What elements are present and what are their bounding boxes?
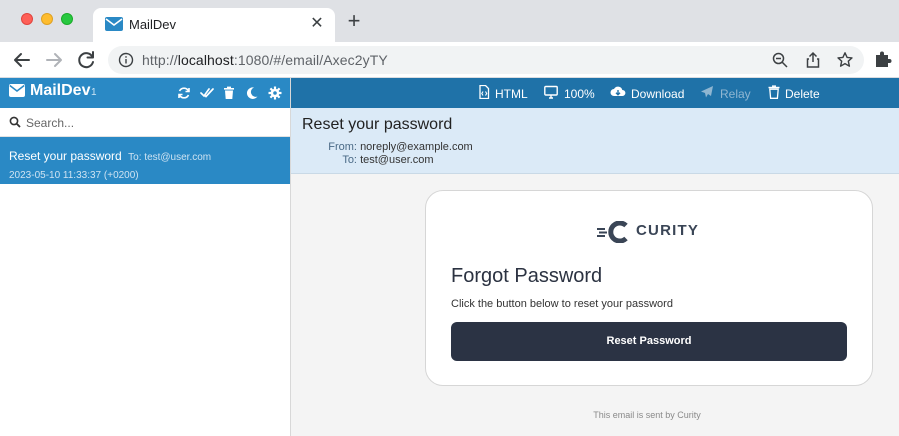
curity-logo: CURITY [596, 219, 706, 245]
maximize-window-button[interactable] [61, 13, 73, 25]
zoom-button[interactable]: 100% [544, 78, 596, 108]
search-input[interactable] [26, 113, 284, 133]
relay-button[interactable]: Relay [700, 78, 751, 108]
code-file-icon [479, 85, 490, 99]
to-row: To: test@user.com [327, 154, 434, 166]
delete-label: Delete [785, 87, 820, 101]
app-title: MailDev [30, 82, 91, 99]
info-icon[interactable] [118, 52, 134, 68]
cloud-download-icon [610, 86, 626, 96]
tab-close-button[interactable]: ✕ [307, 14, 327, 34]
refresh-icon[interactable] [177, 86, 191, 100]
maildev-app: MailDev 1 Search... Reset your password … [0, 78, 899, 436]
gear-icon[interactable] [268, 86, 282, 100]
email-title: Forgot Password [451, 265, 603, 287]
email-preview: CURITY Forgot Password Click the button … [291, 174, 899, 436]
delete-button[interactable]: Delete [767, 78, 827, 108]
search-bar [0, 108, 290, 137]
download-label: Download [631, 87, 685, 101]
browser-toolbar: http://localhost:1080/#/email/Axec2yTY [0, 42, 899, 78]
bookmark-star-icon[interactable] [836, 51, 854, 69]
forward-arrow-icon[interactable] [42, 48, 66, 72]
close-window-button[interactable] [21, 13, 33, 25]
url-text: http://localhost:1080/#/email/Axec2yTY [142, 52, 388, 68]
relay-label: Relay [720, 87, 751, 101]
mail-subject: Reset your password [9, 149, 122, 163]
new-tab-button[interactable]: + [343, 10, 365, 33]
monitor-icon [544, 85, 558, 99]
curity-c-icon [597, 221, 628, 243]
address-bar[interactable]: http://localhost:1080/#/email/Axec2yTY [108, 46, 864, 74]
sidebar: MailDev 1 Search... Reset your password … [0, 78, 291, 436]
reset-password-button[interactable]: Reset Password [451, 322, 847, 361]
envelope-icon [9, 84, 25, 97]
moon-icon[interactable] [245, 86, 259, 100]
share-icon[interactable] [804, 51, 822, 69]
message-toolbar: HTML 100% Download Relay Delete [291, 78, 899, 108]
email-footer: This email is sent by Curity [593, 410, 701, 420]
back-arrow-icon[interactable] [10, 48, 34, 72]
mail-list-item[interactable]: Reset your password To: test@user.com 20… [0, 137, 290, 184]
to-address: test@user.com [360, 154, 434, 166]
browser-tab[interactable]: MailDev ✕ [93, 8, 335, 42]
message-subject: Reset your password [302, 116, 453, 133]
to-label: To: [342, 154, 357, 166]
email-text: Click the button below to reset your pas… [451, 298, 673, 310]
email-card: CURITY Forgot Password Click the button … [425, 190, 873, 386]
mail-date: 2023-05-10 11:33:37 (+0200) [9, 170, 139, 181]
curity-logo-text: CURITY [636, 222, 700, 239]
from-row: From: noreply@example.com [327, 141, 473, 153]
from-label: From: [328, 141, 357, 153]
mail-recipient: To: test@user.com [128, 152, 212, 163]
reload-icon[interactable] [74, 48, 98, 72]
sidebar-header: MailDev 1 [0, 78, 290, 108]
html-button[interactable]: HTML [477, 78, 529, 108]
zoom-out-icon[interactable] [771, 51, 789, 69]
message-header: Reset your password From: noreply@exampl… [291, 108, 899, 174]
extensions-puzzle-icon[interactable] [873, 49, 893, 69]
html-label: HTML [495, 87, 528, 101]
message-pane: HTML 100% Download Relay Delete Reset yo… [291, 78, 899, 436]
trash-icon[interactable] [222, 86, 236, 100]
tab-title: MailDev [129, 17, 176, 32]
zoom-label: 100% [564, 87, 595, 101]
minimize-window-button[interactable] [41, 13, 53, 25]
paper-plane-icon [701, 86, 713, 98]
envelope-icon [105, 17, 123, 31]
mark-all-read-icon[interactable] [200, 86, 214, 100]
browser-tab-bar: MailDev ✕ + [0, 0, 899, 42]
trash-icon [768, 85, 780, 99]
from-address: noreply@example.com [360, 141, 473, 153]
message-count: 1 [91, 87, 97, 98]
search-icon [9, 116, 21, 128]
download-button[interactable]: Download [610, 78, 684, 108]
